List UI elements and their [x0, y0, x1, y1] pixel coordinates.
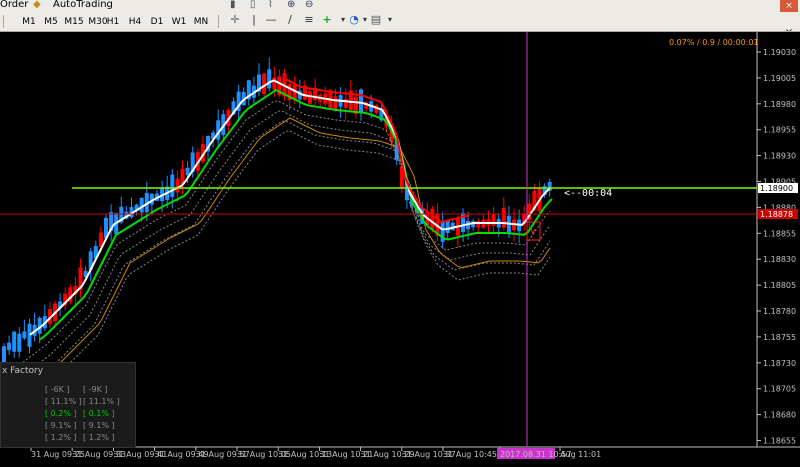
- horizontal-line-icon[interactable]: —: [264, 13, 278, 27]
- candle-body: [359, 89, 363, 113]
- close-icon[interactable]: ×: [780, 0, 798, 12]
- candle-body: [506, 215, 511, 234]
- autotrading-icon: ◆: [33, 0, 41, 10]
- price-tick-label: 1.18730: [763, 359, 796, 368]
- candle-body: [308, 91, 312, 104]
- red-moving-average: [284, 78, 470, 224]
- price-tick-label: 1.18680: [763, 411, 796, 420]
- info-panel: x Factory [ -6K ][ -9K ][ 11.1% ][ 11.1%…: [0, 362, 136, 448]
- info-panel-value: [ 11.1% ]: [45, 397, 82, 406]
- price-tick-label: 1.18755: [763, 333, 796, 342]
- info-panel-value: [ 0.1% ]: [83, 409, 115, 418]
- current-price-label: 1.18900: [760, 184, 793, 193]
- candle-body: [333, 96, 338, 111]
- price-tick-label: 1.18855: [763, 229, 796, 238]
- order-button[interactable]: Order: [0, 0, 28, 10]
- candle-body: [445, 220, 450, 233]
- candle-body: [12, 331, 17, 352]
- tab-w1[interactable]: W1: [168, 14, 190, 28]
- white-moving-average: [29, 79, 551, 336]
- info-panel-value: [ 1.2% ]: [83, 433, 115, 442]
- chevron-down-icon[interactable]: ▾: [383, 13, 397, 27]
- price-tick-label: 1.19030: [763, 48, 796, 57]
- info-panel-value: [ 0.2% ]: [45, 409, 77, 418]
- zoom-out-icon[interactable]: ⊖: [305, 0, 313, 10]
- candle-body: [267, 69, 272, 89]
- line-chart-icon[interactable]: ⌇: [268, 0, 273, 10]
- tab-m5[interactable]: M5: [40, 14, 62, 28]
- candle-body: [501, 207, 506, 228]
- tab-d1[interactable]: D1: [146, 14, 168, 28]
- candle-body: [272, 77, 277, 90]
- price-tick-label: 1.18780: [763, 307, 796, 316]
- price-tick-label: 1.18655: [763, 437, 796, 446]
- tab-m1[interactable]: M1: [18, 14, 40, 28]
- candle-body: [430, 208, 435, 230]
- candle-body: [175, 178, 180, 193]
- candle-body: [7, 342, 12, 351]
- toolbar-separator: [218, 15, 219, 28]
- info-panel-value: [ 11.1% ]: [83, 397, 120, 406]
- bid-price-label: 1.18878: [760, 210, 793, 219]
- crosshair-icon[interactable]: ✛: [228, 13, 242, 27]
- zoom-in-icon[interactable]: ⊕: [287, 0, 295, 10]
- info-panel-value: [ -6K ]: [45, 385, 70, 394]
- price-tick-label: 1.18955: [763, 126, 796, 135]
- info-panel-value: [ 1.2% ]: [45, 433, 77, 442]
- candle-body: [185, 167, 190, 176]
- info-panel-value: [ 9.1% ]: [45, 421, 77, 430]
- candles-icon[interactable]: ▯: [250, 0, 256, 10]
- channel-icon[interactable]: ≡: [302, 13, 316, 27]
- tab-m15[interactable]: M15: [62, 14, 86, 28]
- bar-timer-label: <--00:04: [564, 188, 613, 199]
- timeframe-toolbar: M1 M5 M15 M30 H1 H4 D1 W1 MN ✛ | — / ≡ +…: [0, 12, 800, 32]
- candle-body: [476, 221, 481, 228]
- time-tick-label: Aug 11:01: [560, 450, 601, 459]
- spread-info: 0.07% / 0.9 / 00:00:01: [669, 38, 759, 47]
- candle-body: [22, 331, 27, 339]
- info-panel-value: [ -9K ]: [83, 385, 108, 394]
- templates-icon[interactable]: ▤: [369, 13, 383, 27]
- price-tick-label: 1.18805: [763, 281, 796, 290]
- tab-h1[interactable]: H1: [102, 14, 124, 28]
- time-tick-label: 31 Aug 10:45: [443, 450, 497, 459]
- candle-body: [2, 346, 6, 363]
- price-tick-label: 1.18705: [763, 385, 796, 394]
- price-tick-label: 1.19005: [763, 74, 796, 83]
- tab-h4[interactable]: H4: [124, 14, 146, 28]
- info-panel-title: x Factory: [2, 366, 44, 376]
- add-indicator-icon[interactable]: +: [320, 13, 334, 27]
- price-tick-label: 1.18930: [763, 152, 796, 161]
- info-panel-value: [ 9.1% ]: [83, 421, 115, 430]
- candle-body: [491, 214, 496, 226]
- price-tick-label: 1.18980: [763, 100, 796, 109]
- autotrading-button[interactable]: AutoTrading: [53, 0, 113, 10]
- price-tick-label: 1.18830: [763, 255, 796, 264]
- envelope-band-line-1: [9, 110, 551, 386]
- candle-body: [17, 333, 22, 352]
- trendline-icon[interactable]: /: [283, 13, 297, 27]
- chart-bars-icon[interactable]: ▮: [230, 0, 236, 10]
- candle-body: [170, 174, 175, 197]
- candle-body: [262, 73, 267, 95]
- toolbar-separator: [3, 15, 4, 28]
- tab-mn[interactable]: MN: [190, 14, 212, 28]
- vertical-line-icon[interactable]: |: [247, 13, 261, 27]
